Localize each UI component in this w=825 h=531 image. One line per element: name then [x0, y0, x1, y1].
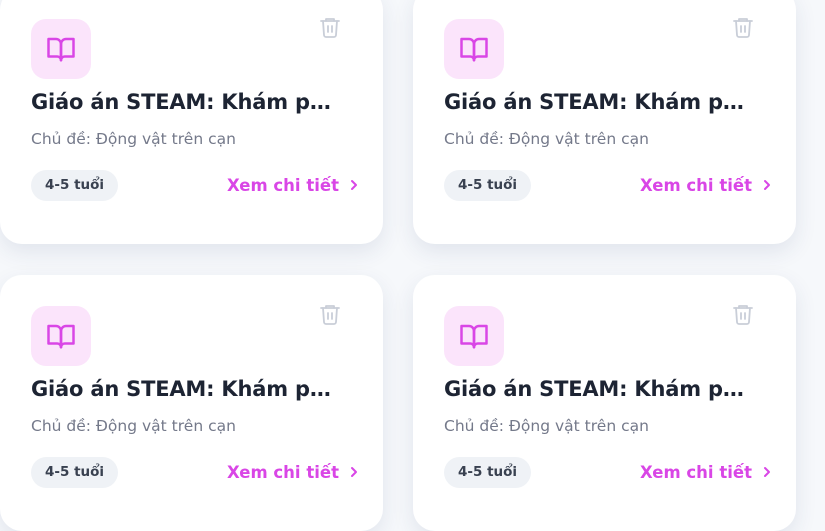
lesson-plan-card[interactable]: Giáo án STEAM: Khám phá thế giới động vậ… [0, 275, 383, 531]
book-open-icon [444, 306, 504, 366]
view-detail-link[interactable]: Xem chi tiết [227, 173, 360, 197]
age-badge: 4-5 tuổi [31, 457, 119, 488]
card-subtitle: Chủ đề: Động vật trên cạn [31, 130, 236, 148]
chevron-right-icon [350, 467, 357, 477]
lesson-plan-card[interactable]: Giáo án STEAM: Khám phá thế giới động vậ… [413, 0, 796, 244]
view-detail-label: Xem chi tiết [640, 175, 752, 195]
trash-icon[interactable] [731, 15, 755, 39]
age-badge: 4-5 tuổi [444, 170, 532, 201]
card-title: Giáo án STEAM: Khám phá thế giới động vậ… [444, 377, 754, 401]
card-title: Giáo án STEAM: Khám phá thế giới động vậ… [444, 90, 754, 114]
lesson-plan-card[interactable]: Giáo án STEAM: Khám phá thế giới động vậ… [0, 0, 383, 244]
view-detail-link[interactable]: Xem chi tiết [227, 460, 360, 484]
view-detail-label: Xem chi tiết [227, 175, 339, 195]
trash-icon[interactable] [318, 302, 342, 326]
card-subtitle: Chủ đề: Động vật trên cạn [444, 130, 649, 148]
card-subtitle: Chủ đề: Động vật trên cạn [31, 417, 236, 435]
lesson-plan-card[interactable]: Giáo án STEAM: Khám phá thế giới động vậ… [413, 275, 796, 531]
age-badge: 4-5 tuổi [444, 457, 532, 488]
view-detail-label: Xem chi tiết [640, 462, 752, 482]
chevron-right-icon [350, 180, 357, 190]
book-open-icon [31, 306, 91, 366]
view-detail-label: Xem chi tiết [227, 462, 339, 482]
card-subtitle: Chủ đề: Động vật trên cạn [444, 417, 649, 435]
view-detail-link[interactable]: Xem chi tiết [640, 460, 773, 484]
view-detail-link[interactable]: Xem chi tiết [640, 173, 773, 197]
age-badge: 4-5 tuổi [31, 170, 119, 201]
card-title: Giáo án STEAM: Khám phá thế giới động vậ… [31, 377, 341, 401]
card-title: Giáo án STEAM: Khám phá thế giới động vậ… [31, 90, 341, 114]
book-open-icon [31, 19, 91, 79]
chevron-right-icon [763, 467, 770, 477]
trash-icon[interactable] [731, 302, 755, 326]
chevron-right-icon [763, 180, 770, 190]
trash-icon[interactable] [318, 15, 342, 39]
book-open-icon [444, 19, 504, 79]
